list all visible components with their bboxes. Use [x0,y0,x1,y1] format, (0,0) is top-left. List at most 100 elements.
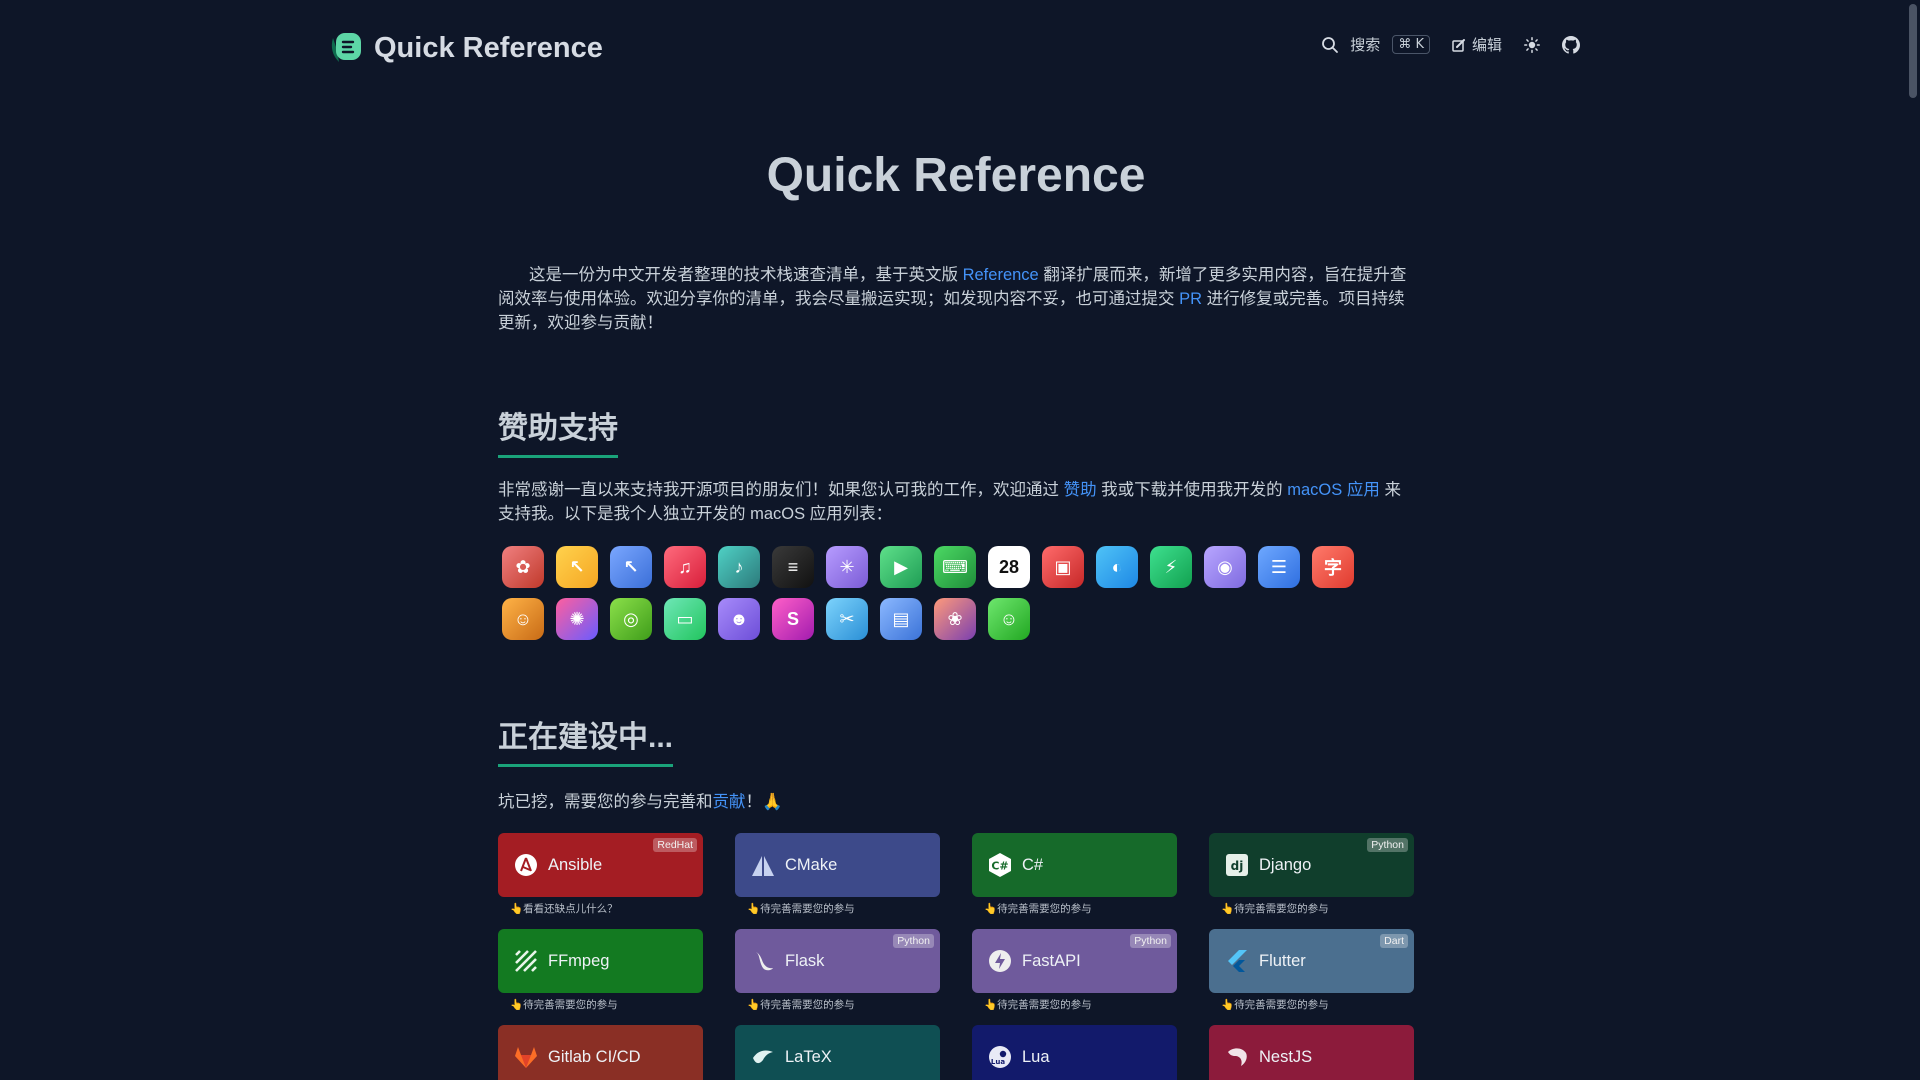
svg-text:Lua: Lua [991,1058,1005,1066]
reference-card[interactable]: FastAPI Python [972,929,1177,993]
card-note: 👆待完善需要您的参与 [1221,903,1329,915]
app-icon-glyph: 28 [998,556,1020,577]
flask-icon [750,948,776,974]
reference-card[interactable]: dj Django Python [1209,833,1414,897]
aperture-app-icon[interactable]: ✿ [502,546,544,588]
translate-app-icon[interactable]: 字 [1312,546,1354,588]
ffmpeg-icon [513,948,539,974]
search-label: 搜索 [1350,37,1381,54]
edit-button[interactable]: 编辑 [1452,34,1502,55]
s-app-icon[interactable]: S [772,598,814,640]
rss-app-icon[interactable]: ◉ [1204,546,1246,588]
webcam-app-icon[interactable]: ◎ [610,598,652,640]
app-icon-glyph: ◐ [1111,556,1123,577]
app-icon-glyph: ↖ [623,556,639,577]
app-icon-glyph: ✳ [839,556,855,577]
reference-card[interactable]: Flask Python [735,929,940,993]
card-title: Lua [1022,1047,1050,1066]
building-paragraph: 坑已挖，需要您的参与完善和贡献！🙏 [498,788,783,812]
cmake-icon [750,852,776,878]
window-app-icon[interactable]: ▭ [664,598,706,640]
app-icon-glyph: S [786,608,799,629]
sponsor-text-1: 非常感谢一直以来支持我开源项目的朋友们！如果您认可我的工作，欢迎通过 [498,481,1064,499]
reference-card[interactable]: C# C# [972,833,1177,897]
list-app-icon[interactable]: ☰ [1258,546,1300,588]
reference-card-item: Flask Python 👆待完善需要您的参与 [735,929,940,1012]
chat-app-icon[interactable]: ◐ [1096,546,1138,588]
sponsor-link[interactable]: 赞助 [1064,481,1097,499]
sparkle-app-icon[interactable]: ✳ [826,546,868,588]
reference-card[interactable]: CMake [735,833,940,897]
reference-card[interactable]: Gitlab CI/CD [498,1025,703,1080]
card-title: Flutter [1259,951,1306,970]
card-title: Ansible [548,855,603,874]
scrollbar-thumb[interactable] [1909,4,1917,98]
card-title: C# [1022,855,1044,874]
app-icon-glyph: ◉ [1217,556,1233,577]
macos-apps-link[interactable]: macOS 应用 [1287,481,1380,499]
search-shortcut: ⌘ K [1392,35,1430,54]
cursor-note-app-icon[interactable]: ↖ [556,546,598,588]
smile-app-icon[interactable]: ☺ [988,598,1030,640]
app-icon-glyph: ▤ [892,608,910,629]
app-icon-glyph: 字 [1324,558,1342,578]
svg-text:C#: C# [991,860,1008,873]
app-icon-glyph: ☺ [999,608,1019,629]
music-app-icon[interactable]: ♫ [664,546,706,588]
header-actions: 搜索 ⌘ K 编辑 [1321,34,1580,55]
reference-card[interactable]: FFmpeg [498,929,703,993]
flutter-icon [1224,948,1250,974]
reference-link[interactable]: Reference [963,266,1039,284]
reference-card-item: dj Django Python 👆待完善需要您的参与 [1209,833,1414,916]
search-button[interactable]: 搜索 ⌘ K [1321,34,1430,55]
sponsor-heading: 赞助支持 [498,403,618,458]
keyboard-app-icon[interactable]: ⌨ [934,546,976,588]
app-icon-glyph: ✂ [839,608,855,629]
document-app-icon[interactable]: ▤ [880,598,922,640]
card-title: CMake [785,855,838,874]
reference-card-item: FastAPI Python 👆待完善需要您的参与 [972,929,1177,1012]
github-link[interactable] [1562,35,1580,54]
contacts-app-icon[interactable]: ☻ [718,598,760,640]
reference-card[interactable]: Flutter Dart [1209,929,1414,993]
terminal-app-icon[interactable]: ≡ [772,546,814,588]
tools-app-icon[interactable]: ✂ [826,598,868,640]
search-icon [1322,36,1339,53]
theme-toggle-button[interactable] [1524,36,1540,53]
brand-link[interactable]: Quick Reference [327,30,603,66]
app-icon-glyph: ☺ [513,608,533,629]
pr-link[interactable]: PR [1179,290,1202,308]
image-app-icon[interactable]: ▣ [1042,546,1084,588]
card-note: 👆待完善需要您的参与 [747,999,855,1011]
contribute-link[interactable]: 贡献 [713,793,746,811]
reference-card[interactable]: Ansible RedHat [498,833,703,897]
music-note-app-icon[interactable]: ♪ [718,546,760,588]
reference-card[interactable]: NestJS [1209,1025,1414,1080]
app-icon-glyph: ♫ [678,556,692,577]
photo-app-icon[interactable]: ❀ [934,598,976,640]
brand-title: Quick Reference [374,31,603,64]
app-icon-glyph: ☻ [729,608,749,629]
bolt-app-icon[interactable]: ⚡ [1150,546,1192,588]
play-app-icon[interactable]: ▶ [880,546,922,588]
reference-card[interactable]: LaTeX [735,1025,940,1080]
colorful-app-icon[interactable]: ✺ [556,598,598,640]
reference-card[interactable]: Lua Lua [972,1025,1177,1080]
app-icon-row: ☺ ✺ ◎ ▭ ☻ S ✂ ▤ ❀ ☺ [502,598,1402,648]
sponsor-paragraph: 非常感谢一直以来支持我开源项目的朋友们！如果您认可我的工作，欢迎通过 赞助 我或… [498,478,1414,526]
svg-text:dj: dj [1231,859,1244,873]
card-note: 👆待完善需要您的参与 [747,903,855,915]
cursor-app-icon[interactable]: ↖ [610,546,652,588]
reference-card-item: Flutter Dart 👆待完善需要您的参与 [1209,929,1414,1012]
quickref-logo-icon [331,33,361,62]
intro-text-1: 这是一份为中文开发者整理的技术栈速查清单，基于英文版 [529,266,963,284]
card-title: Django [1259,855,1312,874]
mascot-app-icon[interactable]: ☺ [502,598,544,640]
app-icon-row: ✿ ↖ ↖ ♫ ♪ ≡ ✳ ▶ ⌨ 28 ▣ ◐ ⚡ ◉ ☰ 字 [502,546,1402,596]
card-note: 👆看看还缺点儿什么？ [510,903,618,915]
ansible-icon [513,852,539,878]
calendar-app-icon[interactable]: 28 [988,546,1030,588]
intro-paragraph: 这是一份为中文开发者整理的技术栈速查清单，基于英文版 Reference 翻译扩… [498,263,1414,335]
card-note: 👆待完善需要您的参与 [984,999,1092,1011]
page-title: Quick Reference [766,149,1146,202]
